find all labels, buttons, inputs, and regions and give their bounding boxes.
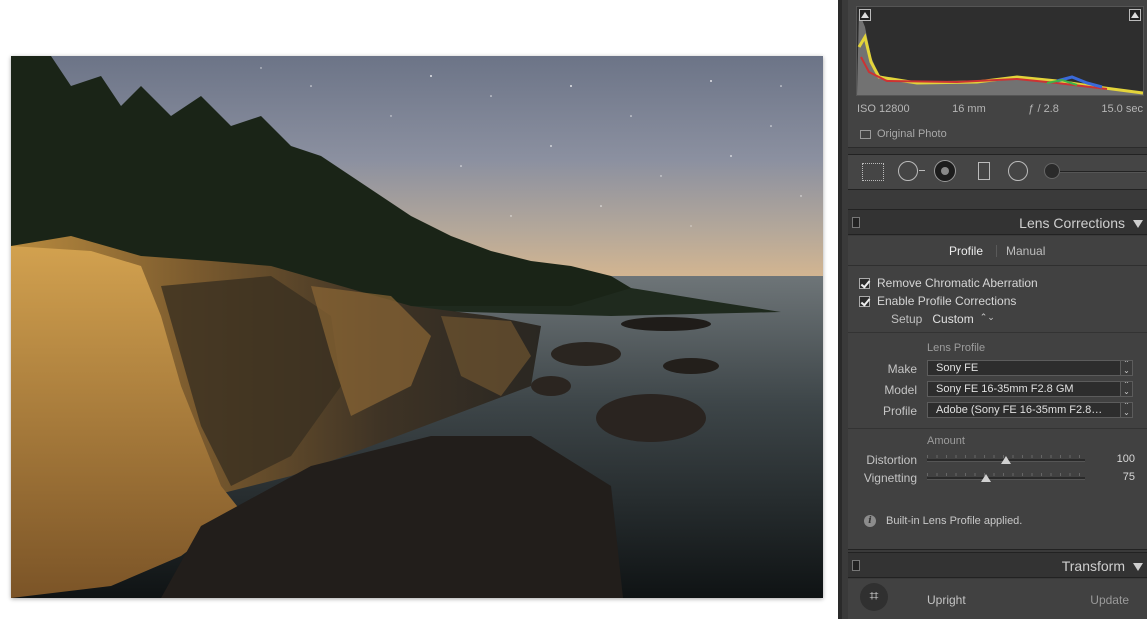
- transform-panel: ⌗ Upright Update: [848, 579, 1147, 619]
- profile-select[interactable]: Adobe (Sony FE 16-35mm F2.8… ⌃ ⌄: [927, 402, 1133, 418]
- spot-removal-arrow-icon: [919, 170, 925, 171]
- original-photo-toggle[interactable]: Original Photo: [860, 128, 947, 140]
- distortion-row: Distortion 100: [848, 452, 1147, 468]
- collapse-arrow-icon[interactable]: [1133, 563, 1143, 571]
- update-button[interactable]: Update: [1090, 593, 1129, 607]
- lens-profile-heading: Lens Profile: [927, 342, 986, 354]
- setup-select[interactable]: Custom: [932, 312, 973, 326]
- panel-switch-icon[interactable]: [852, 560, 860, 571]
- original-photo-label: Original Photo: [877, 128, 947, 140]
- photo-preview[interactable]: [11, 56, 823, 598]
- remove-ca-checkbox[interactable]: [859, 277, 870, 289]
- updown-chevron-icon[interactable]: ⌃⌄: [1120, 403, 1132, 417]
- slider-ticks: [927, 473, 1085, 476]
- night-coast-photo: [11, 56, 823, 598]
- tab-profile[interactable]: Profile: [949, 244, 983, 258]
- vignetting-slider[interactable]: [927, 477, 1085, 480]
- make-row: Make Sony FE ⌃ ⌄: [848, 360, 1147, 378]
- enable-profile-label: Enable Profile Corrections: [877, 294, 1017, 308]
- transform-header[interactable]: Transform: [848, 552, 1147, 578]
- tab-manual[interactable]: Manual: [1006, 244, 1045, 258]
- radial-filter-icon[interactable]: [1008, 161, 1028, 181]
- develop-right-panel: ISO 12800 16 mm ƒ / 2.8 15.0 sec Origina…: [842, 0, 1147, 619]
- photo-canvas: [0, 0, 838, 619]
- lens-corrections-panel: Profile Manual Remove Chromatic Aberrati…: [848, 236, 1147, 550]
- spot-removal-icon[interactable]: [898, 161, 918, 181]
- exif-info-row: ISO 12800 16 mm ƒ / 2.8 15.0 sec: [857, 103, 1143, 115]
- enable-profile-checkbox[interactable]: [859, 295, 870, 307]
- model-label: Model: [884, 383, 917, 397]
- transform-title: Transform: [1061, 558, 1125, 574]
- remove-ca-row[interactable]: Remove Chromatic Aberration: [859, 276, 1038, 290]
- graduated-filter-icon[interactable]: [978, 162, 990, 180]
- model-select[interactable]: Sony FE 16-35mm F2.8 GM ⌃ ⌄: [927, 381, 1133, 397]
- divider: [848, 428, 1147, 429]
- original-photo-checkbox[interactable]: [860, 129, 871, 139]
- model-value: Sony FE 16-35mm F2.8 GM: [936, 383, 1074, 395]
- panel-switch-icon[interactable]: [852, 217, 860, 228]
- lens-corrections-tabs: Profile Manual: [848, 236, 1147, 266]
- profile-info-row: i Built-in Lens Profile applied.: [864, 515, 1022, 527]
- guided-upright-icon[interactable]: ⌗: [860, 583, 888, 611]
- setup-label: Setup: [891, 312, 923, 326]
- adjustment-brush-slider[interactable]: [1060, 171, 1146, 173]
- aperture-value: ƒ / 2.8: [1028, 103, 1059, 115]
- make-value: Sony FE: [936, 362, 979, 374]
- adjustment-brush-icon[interactable]: [1044, 163, 1060, 179]
- distortion-label: Distortion: [866, 453, 917, 467]
- distortion-value[interactable]: 100: [1117, 453, 1135, 465]
- distortion-slider-thumb[interactable]: [1001, 456, 1011, 464]
- model-row: Model Sony FE 16-35mm F2.8 GM ⌃ ⌄: [848, 381, 1147, 399]
- collapse-arrow-icon[interactable]: [1133, 220, 1143, 228]
- amount-heading: Amount: [927, 435, 965, 447]
- lens-corrections-title: Lens Corrections: [1019, 215, 1125, 231]
- iso-value: ISO 12800: [857, 103, 910, 115]
- updown-chevron-icon[interactable]: ⌃⌄: [1120, 382, 1132, 396]
- shutter-value: 15.0 sec: [1101, 103, 1143, 115]
- upright-label: Upright: [927, 593, 966, 607]
- histogram-curves: [857, 12, 1144, 95]
- lens-corrections-header[interactable]: Lens Corrections: [848, 209, 1147, 235]
- vignetting-value[interactable]: 75: [1123, 471, 1135, 483]
- enable-profile-row[interactable]: Enable Profile Corrections: [859, 294, 1016, 308]
- make-select[interactable]: Sony FE ⌃ ⌄: [927, 360, 1133, 376]
- remove-ca-label: Remove Chromatic Aberration: [877, 276, 1038, 290]
- profile-info-text: Built-in Lens Profile applied.: [886, 515, 1023, 527]
- focal-length-value: 16 mm: [952, 103, 986, 115]
- updown-chevron-icon[interactable]: ⌃⌄: [1120, 361, 1132, 375]
- vignetting-row: Vignetting 75: [848, 470, 1147, 486]
- vignetting-slider-thumb[interactable]: [981, 474, 992, 482]
- tab-separator: [996, 245, 997, 257]
- setup-row: Setup Custom ⌃⌄: [891, 312, 995, 326]
- highlight-clipping-toggle[interactable]: [1129, 9, 1141, 21]
- updown-chevron-icon[interactable]: ⌃⌄: [980, 312, 995, 326]
- histogram-panel: ISO 12800 16 mm ƒ / 2.8 15.0 sec Origina…: [848, 0, 1147, 148]
- info-icon: i: [864, 515, 876, 527]
- shadow-clipping-toggle[interactable]: [859, 9, 871, 21]
- collapsed-panel-peek: [848, 190, 1147, 204]
- profile-label: Profile: [882, 404, 917, 418]
- red-eye-icon[interactable]: [934, 160, 956, 182]
- profile-value: Adobe (Sony FE 16-35mm F2.8…: [936, 404, 1103, 416]
- make-label: Make: [887, 362, 917, 376]
- histogram-graph[interactable]: [856, 6, 1144, 96]
- crop-overlay-icon[interactable]: [862, 163, 884, 181]
- tool-strip: [848, 154, 1147, 190]
- vignetting-label: Vignetting: [863, 471, 917, 485]
- divider: [848, 332, 1147, 333]
- profile-row: Profile Adobe (Sony FE 16-35mm F2.8… ⌃ ⌄: [848, 402, 1147, 420]
